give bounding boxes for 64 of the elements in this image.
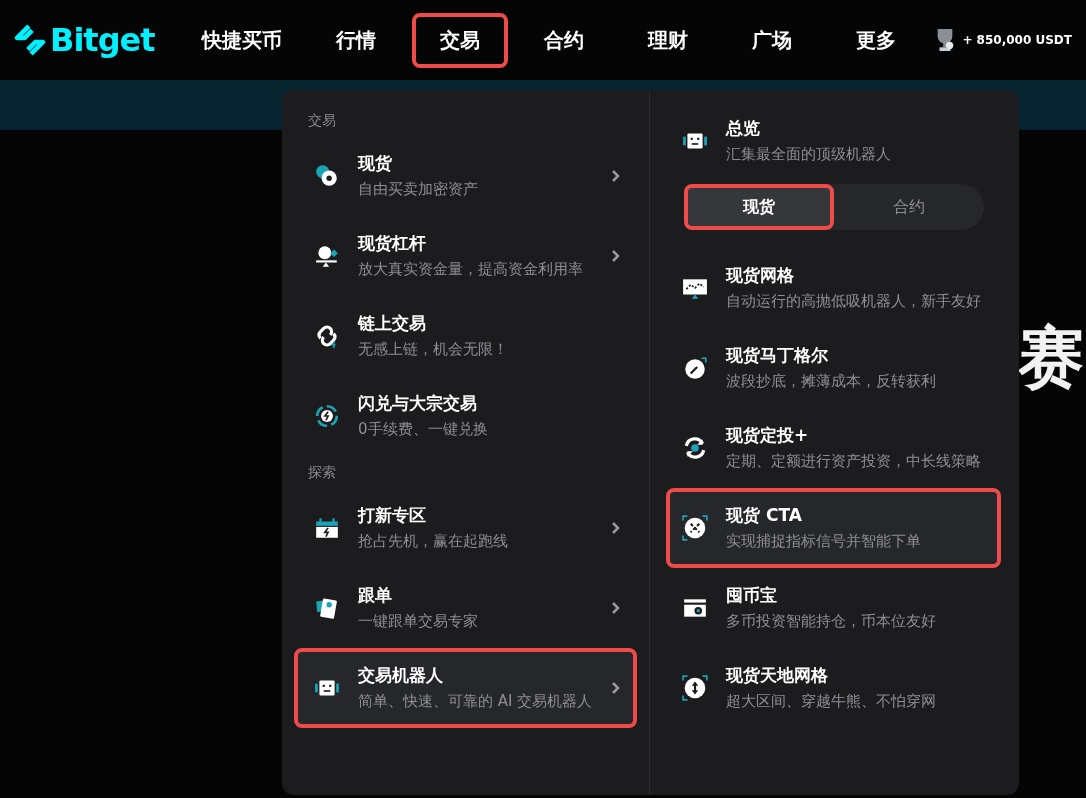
tab[interactable]: 合约 [834,184,984,230]
item-title: 现货 [358,151,393,175]
item-title: 现货杠杆 [358,231,427,255]
nav-link[interactable]: 广场 [724,12,820,68]
nav-link[interactable]: 交易 [412,12,508,68]
menu-item[interactable]: 总览 汇集最全面的顶级机器人 [666,104,1001,178]
menu-item[interactable]: 现货天地网格 超大区间、穿越牛熊、不怕穿网 [666,648,1001,728]
coins-icon [314,163,340,189]
item-description: 简单、快速、可靠的 AI 交易机器人 [358,690,593,712]
nav-link[interactable]: 行情 [308,12,404,68]
item-title: 现货马丁格尔 [726,343,829,367]
cross-circle-icon [682,515,708,541]
item-description: 波段抄底，摊薄成本，反转获利 [726,370,937,392]
item-title: 跟单 [358,583,393,607]
menu-item[interactable]: 跟单 一键跟单交易专家 [294,568,637,648]
nav-link[interactable]: 理财 [620,12,716,68]
tab[interactable]: 现货 [684,184,834,230]
item-title: 总览 [726,116,761,140]
menu-item[interactable]: 囤币宝 多币投资智能持仓，币本位友好 [666,568,1001,648]
reward-amount[interactable]: + 850,000 USDT [962,33,1072,47]
item-description: 超大区间、穿越牛熊、不怕穿网 [726,690,937,712]
menu-item[interactable]: 交易机器人 简单、快速、可靠的 AI 交易机器人 [294,648,637,728]
logo-text[interactable]: Bitget [50,21,155,59]
menu-item[interactable]: 现货定投+ 定期、定额进行资产投资，中长线策略 [666,408,1001,488]
refresh-icon [682,435,708,461]
menu-item[interactable]: 链上交易 无感上链，机会无限！ [294,296,637,376]
logo-icon [14,24,46,56]
item-description: 实现捕捉指标信号并智能下单 [726,530,922,552]
item-description: 放大真实资金量，提高资金利用率 [358,258,584,280]
item-title: 链上交易 [358,311,427,335]
item-title: 囤币宝 [726,583,778,607]
lightning-circle-icon [314,403,340,429]
nav-link[interactable]: 更多 [828,12,924,68]
item-description: 自动运行的高抛低吸机器人，新手友好 [726,290,982,312]
gauge-icon [682,355,708,381]
menu-item[interactable]: 现货马丁格尔 波段抄底，摊薄成本，反转获利 [666,328,1001,408]
up-down-icon [682,675,708,701]
section-heading: 探索 [307,463,337,482]
item-description: 0手续费、一键兑换 [358,418,489,440]
nav-link[interactable]: 快捷买币 [184,12,300,68]
item-title: 现货定投+ [726,423,810,447]
menu-item[interactable]: 打新专区 抢占先机，赢在起跑线 [294,488,637,568]
item-description: 汇集最全面的顶级机器人 [726,143,892,165]
item-description: 自由买卖加密资产 [358,178,479,200]
scale-icon [314,243,340,269]
item-title: 现货 CTA [726,503,803,527]
menu-item[interactable]: 现货 自由买卖加密资产 [294,136,637,216]
item-title: 闪兑与大宗交易 [358,391,478,415]
item-title: 现货天地网格 [726,663,829,687]
menu-item[interactable]: 闪兑与大宗交易 0手续费、一键兑换 [294,376,637,456]
nav-link[interactable]: 合约 [516,12,612,68]
calendar-icon [314,515,340,541]
item-description: 定期、定额进行资产投资，中长线策略 [726,450,982,472]
item-description: 多币投资智能持仓，币本位友好 [726,610,937,632]
menu-item[interactable]: 现货 CTA 实现捕捉指标信号并智能下单 [666,488,1001,568]
item-title: 打新专区 [358,503,427,527]
menu-item[interactable]: 现货杠杆 放大真实资金量，提高资金利用率 [294,216,637,296]
item-description: 无感上链，机会无限！ [358,338,509,360]
item-title: 现货网格 [726,263,795,287]
section-heading: 交易 [307,111,337,130]
item-description: 一键跟单交易专家 [358,610,479,632]
item-title: 交易机器人 [358,663,444,687]
menu-item[interactable]: 现货网格 自动运行的高抛低吸机器人，新手友好 [666,248,1001,328]
item-description: 抢占先机，赢在起跑线 [358,530,509,552]
